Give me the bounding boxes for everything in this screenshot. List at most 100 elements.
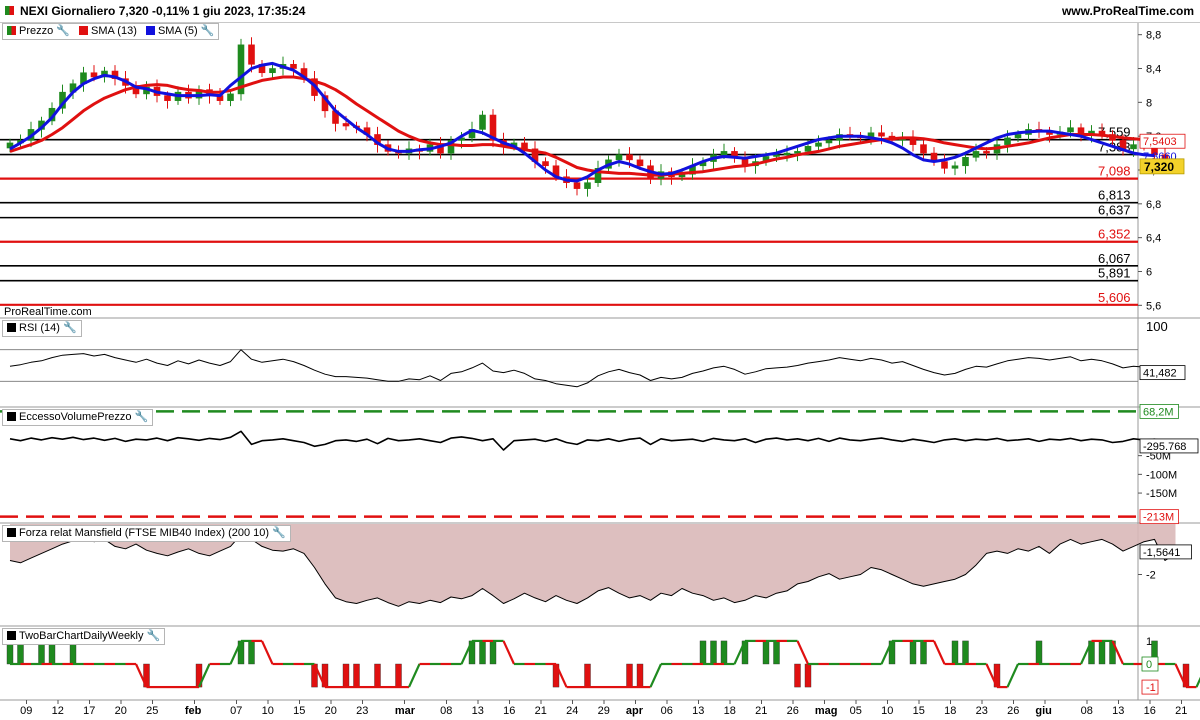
candle-down [920, 144, 927, 154]
candle-up [269, 68, 276, 74]
price-tick-label: 8,8 [1146, 30, 1161, 42]
candle-up [479, 114, 486, 130]
price-tick-label: 5,6 [1146, 300, 1161, 312]
price-tick-label: 6 [1146, 266, 1152, 278]
candle-up [825, 140, 833, 144]
level-label: 5,891 [1098, 266, 1131, 281]
x-tick-label: 06 [661, 705, 673, 717]
twobar-down-bar [626, 663, 633, 688]
x-tick-label: feb [185, 705, 202, 717]
mansfield-tick-label: -2 [1146, 570, 1156, 582]
candle-down [573, 182, 581, 189]
x-tick-label: 15 [913, 705, 925, 717]
x-tick-label: 23 [356, 705, 368, 717]
candle-up [615, 154, 623, 161]
legend-rsi-panel[interactable]: RSI (14) 🔧 [2, 320, 82, 337]
x-tick-label: 17 [83, 705, 95, 717]
chart-canvas[interactable]: 8,88,487,67,26,86,465,67,5597,3837,0986,… [0, 0, 1200, 720]
candle-down [164, 95, 171, 101]
candle-down [90, 72, 98, 78]
candle-up [804, 146, 812, 152]
legend-volume-panel[interactable]: EccessoVolumePrezzo 🔧 [2, 409, 154, 426]
twobar-line-segment [1195, 676, 1200, 688]
candle-up [972, 151, 980, 158]
candle-down [342, 123, 350, 127]
wrench-icon[interactable]: 🔧 [147, 629, 161, 644]
candle-down [542, 161, 549, 167]
volume-current-label: -295.768 [1143, 441, 1186, 453]
x-tick-label: 16 [503, 705, 515, 717]
sma5-swatch-icon [145, 26, 155, 35]
wrench-icon[interactable]: 🔧 [201, 24, 215, 39]
sma13-line [9, 75, 1176, 177]
twobar-line-segment [502, 640, 516, 665]
x-tick-label: 12 [52, 705, 64, 717]
x-tick-label: 20 [325, 705, 337, 717]
twobar-up-bar [710, 640, 717, 665]
candle-down [941, 161, 948, 169]
candle-down [248, 44, 255, 65]
twobar-down-bar [804, 663, 812, 688]
x-tick-label: 18 [944, 705, 956, 717]
twobar-up-bar [773, 640, 780, 665]
wrench-icon[interactable]: 🔧 [135, 410, 149, 425]
twobar-down-bar [794, 663, 801, 688]
volume-tick-label: -150M [1146, 488, 1177, 500]
wrench-icon[interactable]: 🔧 [63, 321, 77, 336]
level-label: 6,813 [1098, 188, 1131, 203]
legend-twobar-panel[interactable]: TwoBarChartDailyWeekly 🔧 [2, 628, 166, 645]
level-label: 7,098 [1098, 164, 1131, 179]
x-tick-label: 07 [230, 705, 242, 717]
legend-price-panel[interactable]: Prezzo 🔧 SMA (13) SMA (5) 🔧 [2, 23, 220, 40]
candle-up [815, 142, 822, 147]
candle-up [773, 154, 780, 157]
candle-up [794, 151, 801, 154]
legend-sma5: SMA (5) [157, 25, 198, 37]
last-price-label: 7,320 [1144, 160, 1174, 174]
twobar-up-bar [1035, 640, 1043, 665]
candle-up [783, 152, 791, 156]
twobar-up-bar [479, 640, 486, 665]
twobar-swatch-icon [7, 631, 16, 640]
twobar-tick-label: 0 [1146, 659, 1152, 671]
x-tick-label: 21 [755, 705, 767, 717]
site-link[interactable]: www.ProRealTime.com [1062, 4, 1194, 18]
x-tick-label: 09 [20, 705, 32, 717]
sma13-current-label: 7,5403 [1143, 136, 1177, 148]
x-tick-label: 10 [881, 705, 893, 717]
twobar-up-bar [699, 640, 707, 665]
candle-up [951, 165, 959, 169]
x-tick-label: 26 [1007, 705, 1019, 717]
twobar-down-bar [584, 663, 591, 688]
twobar-up-bar [920, 640, 927, 665]
legend-mansfield-panel[interactable]: Forza relat Mansfield (FTSE MIB40 Index)… [2, 525, 291, 542]
x-tick-label: 18 [724, 705, 736, 717]
twobar-up-bar [951, 640, 959, 665]
candle-up [1130, 144, 1137, 150]
legend-volume: EccessoVolumePrezzo [19, 411, 132, 423]
wrench-icon[interactable]: 🔧 [272, 526, 286, 541]
twobar-tick-label: -1 [1146, 682, 1156, 694]
chart-title: NEXI Giornaliero 7,320 -0,11% 1 giu 2023… [20, 4, 306, 18]
x-tick-label: mar [395, 705, 416, 717]
twobar-line-segment [932, 640, 946, 665]
candle-up [584, 182, 591, 189]
twobar-up-bar [1098, 640, 1106, 665]
x-tick-label: 23 [976, 705, 988, 717]
chart-header: NEXI Giornaliero 7,320 -0,11% 1 giu 2023… [0, 0, 1200, 23]
volume-lower-label: -213M [1143, 512, 1174, 524]
twobar-up-bar [762, 640, 770, 665]
x-tick-label: 15 [293, 705, 305, 717]
wrench-icon[interactable]: 🔧 [56, 24, 70, 39]
instrument-icon [5, 6, 14, 15]
twobar-up-bar [248, 640, 255, 665]
x-tick-label: 13 [1112, 705, 1124, 717]
sma13-swatch-icon [79, 26, 89, 35]
legend-rsi: RSI (14) [19, 322, 60, 334]
legend-sma13: SMA (13) [91, 25, 137, 37]
twobar-up-bar [489, 640, 497, 665]
twobar-down-bar [395, 663, 402, 688]
x-tick-label: 08 [440, 705, 452, 717]
mansfield-swatch-icon [7, 528, 16, 537]
x-tick-label: 10 [262, 705, 274, 717]
